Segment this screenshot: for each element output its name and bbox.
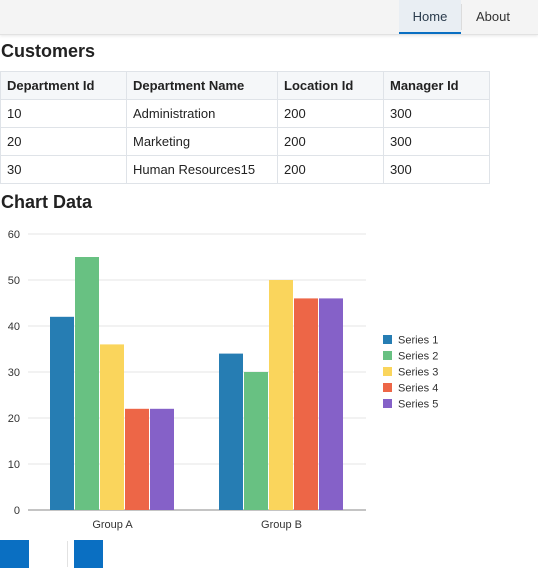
legend-swatch bbox=[383, 351, 392, 360]
table-cell: Marketing bbox=[126, 127, 278, 156]
legend-label: Series 2 bbox=[398, 351, 438, 363]
chart-heading: Chart Data bbox=[1, 192, 93, 212]
table-row[interactable]: 20 Marketing 200 300 bbox=[0, 127, 490, 156]
y-tick-label: 60 bbox=[8, 229, 20, 241]
legend-label: Series 3 bbox=[398, 367, 438, 379]
legend-label: Series 5 bbox=[398, 399, 438, 411]
table-cell: Administration bbox=[126, 99, 278, 128]
table-cell: 200 bbox=[277, 155, 384, 184]
y-tick-label: 20 bbox=[8, 413, 20, 425]
legend-swatch bbox=[383, 383, 392, 392]
table-cell: 30 bbox=[0, 155, 127, 184]
table-cell: 300 bbox=[383, 99, 490, 128]
y-tick-label: 40 bbox=[8, 321, 20, 333]
bar-series-5 bbox=[319, 298, 343, 510]
bar-series-5 bbox=[150, 408, 174, 510]
column-header-manager-id[interactable]: Manager Id bbox=[383, 71, 490, 100]
y-tick-label: 10 bbox=[8, 459, 20, 471]
customers-heading: Customers bbox=[1, 41, 96, 61]
bar-series-1 bbox=[50, 316, 74, 510]
column-header-department-name[interactable]: Department Name bbox=[126, 71, 278, 100]
bar-series-1 bbox=[219, 353, 243, 510]
table-cell: 20 bbox=[0, 127, 127, 156]
legend-label: Series 4 bbox=[398, 383, 438, 395]
table-cell: Human Resources15 bbox=[126, 155, 278, 184]
bar-series-4 bbox=[125, 408, 149, 510]
top-navbar: Home About bbox=[0, 0, 538, 35]
bar-chart: 0 10 20 30 40 50 60 Group A Group B Series 1 Serie… bbox=[8, 229, 439, 531]
bar-series-2 bbox=[244, 372, 268, 510]
y-tick-label: 30 bbox=[8, 367, 20, 379]
tab-about[interactable]: About bbox=[462, 0, 524, 33]
legend-swatch bbox=[383, 367, 392, 376]
footer-button-left[interactable] bbox=[0, 540, 29, 568]
table-cell: 10 bbox=[0, 99, 127, 128]
table-cell: 300 bbox=[383, 127, 490, 156]
table-header-row: Department Id Department Name Location I… bbox=[0, 71, 490, 100]
bar-series-3 bbox=[100, 344, 124, 510]
x-category-label: Group B bbox=[261, 519, 302, 531]
table-row[interactable]: 30 Human Resources15 200 300 bbox=[0, 155, 490, 184]
table-cell: 200 bbox=[277, 127, 384, 156]
table-cell: 300 bbox=[383, 155, 490, 184]
y-tick-label: 0 bbox=[14, 505, 20, 517]
tab-home[interactable]: Home bbox=[399, 0, 461, 34]
customers-table: Department Id Department Name Location I… bbox=[0, 71, 490, 184]
footer-divider bbox=[67, 541, 68, 567]
x-category-label: Group A bbox=[92, 519, 133, 531]
table-row[interactable]: 10 Administration 200 300 bbox=[0, 99, 490, 128]
column-header-location-id[interactable]: Location Id bbox=[277, 71, 384, 100]
table-cell: 200 bbox=[277, 99, 384, 128]
footer-button-right[interactable] bbox=[74, 540, 103, 568]
bar-series-2 bbox=[75, 257, 99, 510]
legend-swatch bbox=[383, 335, 392, 344]
column-header-department-id[interactable]: Department Id bbox=[0, 71, 127, 100]
legend-swatch bbox=[383, 399, 392, 408]
y-tick-label: 50 bbox=[8, 275, 20, 287]
bar-series-3 bbox=[269, 280, 293, 510]
bar-series-4 bbox=[294, 298, 318, 510]
legend-label: Series 1 bbox=[398, 335, 438, 347]
